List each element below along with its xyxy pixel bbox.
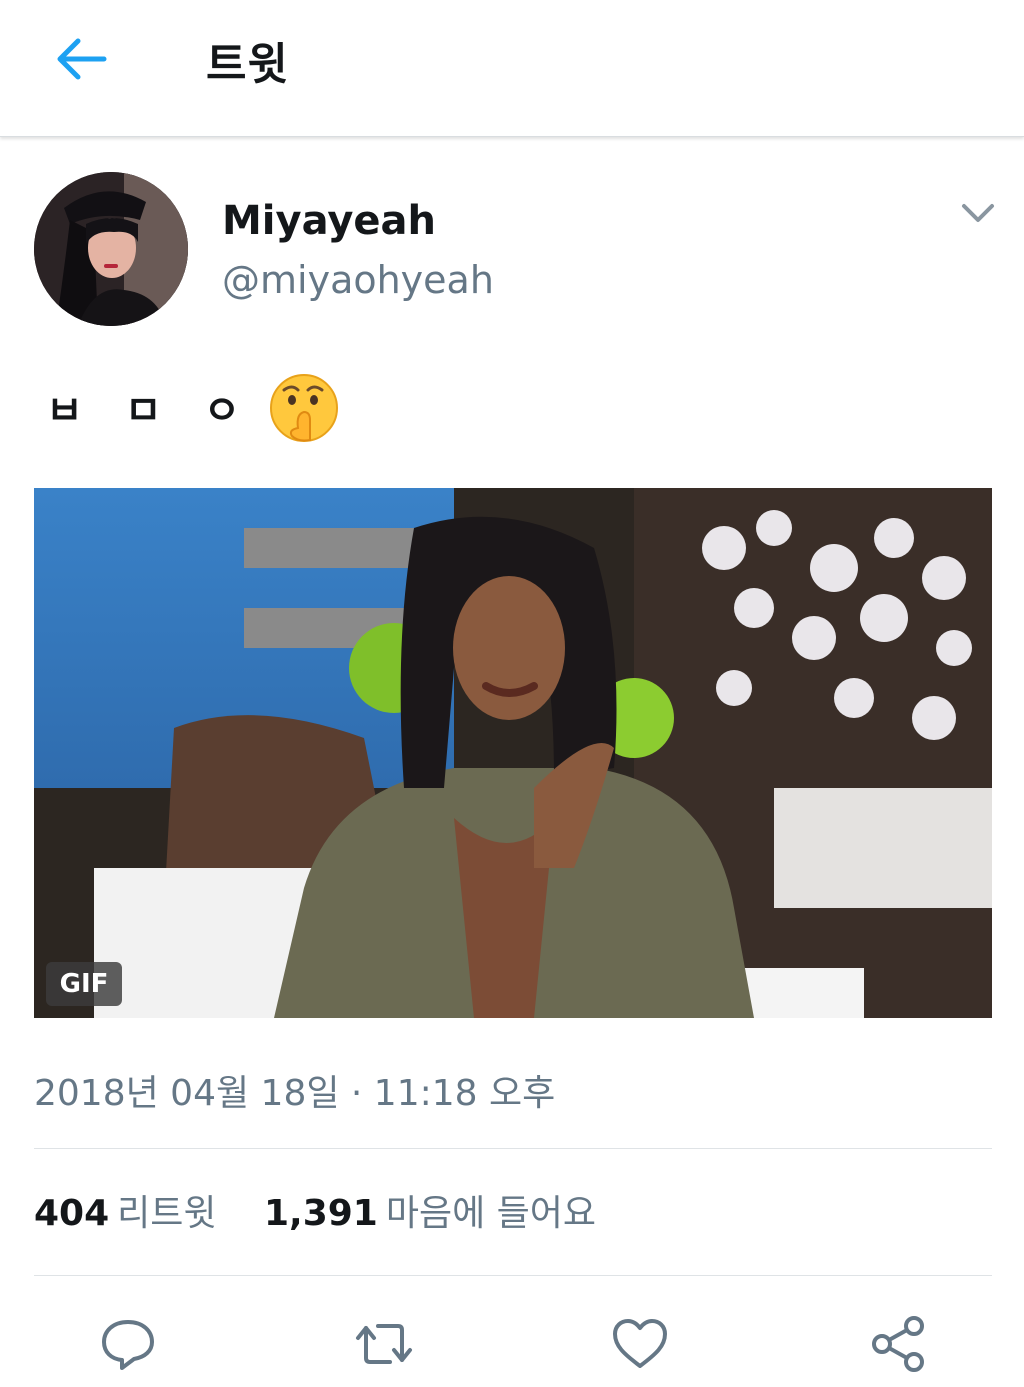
tweet-media-gif[interactable]	[34, 488, 992, 1018]
retweet-count: 404	[34, 1193, 110, 1234]
share-button[interactable]	[868, 1314, 928, 1374]
back-button[interactable]	[52, 34, 108, 84]
divider	[34, 1275, 992, 1276]
retweet-count-link[interactable]: 404 리트윗	[34, 1193, 264, 1234]
user-handle[interactable]: @miyaohyeah	[222, 258, 494, 302]
like-count: 1,391	[263, 1193, 378, 1234]
reply-icon	[102, 1320, 154, 1370]
divider	[34, 1148, 992, 1149]
retweet-icon	[356, 1324, 412, 1364]
like-button[interactable]	[610, 1314, 670, 1374]
top-bar: 트윗	[0, 0, 1024, 137]
reply-button[interactable]	[98, 1314, 158, 1374]
like-count-link[interactable]: 1,391 마음에 들어요	[264, 1193, 632, 1234]
shushing-face-emoji-icon	[270, 374, 338, 442]
retweet-button[interactable]	[354, 1314, 414, 1374]
heart-icon	[613, 1319, 667, 1368]
chevron-down-icon	[962, 204, 994, 222]
page-title: 트윗	[206, 39, 289, 90]
tweet-menu-button[interactable]	[958, 196, 998, 230]
retweet-label: 리트윗	[117, 1193, 217, 1234]
like-label: 마음에 들어요	[385, 1193, 597, 1234]
tweet-timestamp: 2018년 04월 18일 · 11:18 오후	[34, 1073, 556, 1114]
gif-badge: GIF	[46, 962, 122, 1006]
share-icon	[872, 1316, 924, 1372]
arrow-left-icon	[57, 38, 107, 80]
tweet-stats: 404 리트윗 1,391 마음에 들어요	[34, 1184, 632, 1236]
display-name[interactable]: Miyayeah	[222, 198, 436, 244]
avatar[interactable]	[34, 172, 188, 326]
